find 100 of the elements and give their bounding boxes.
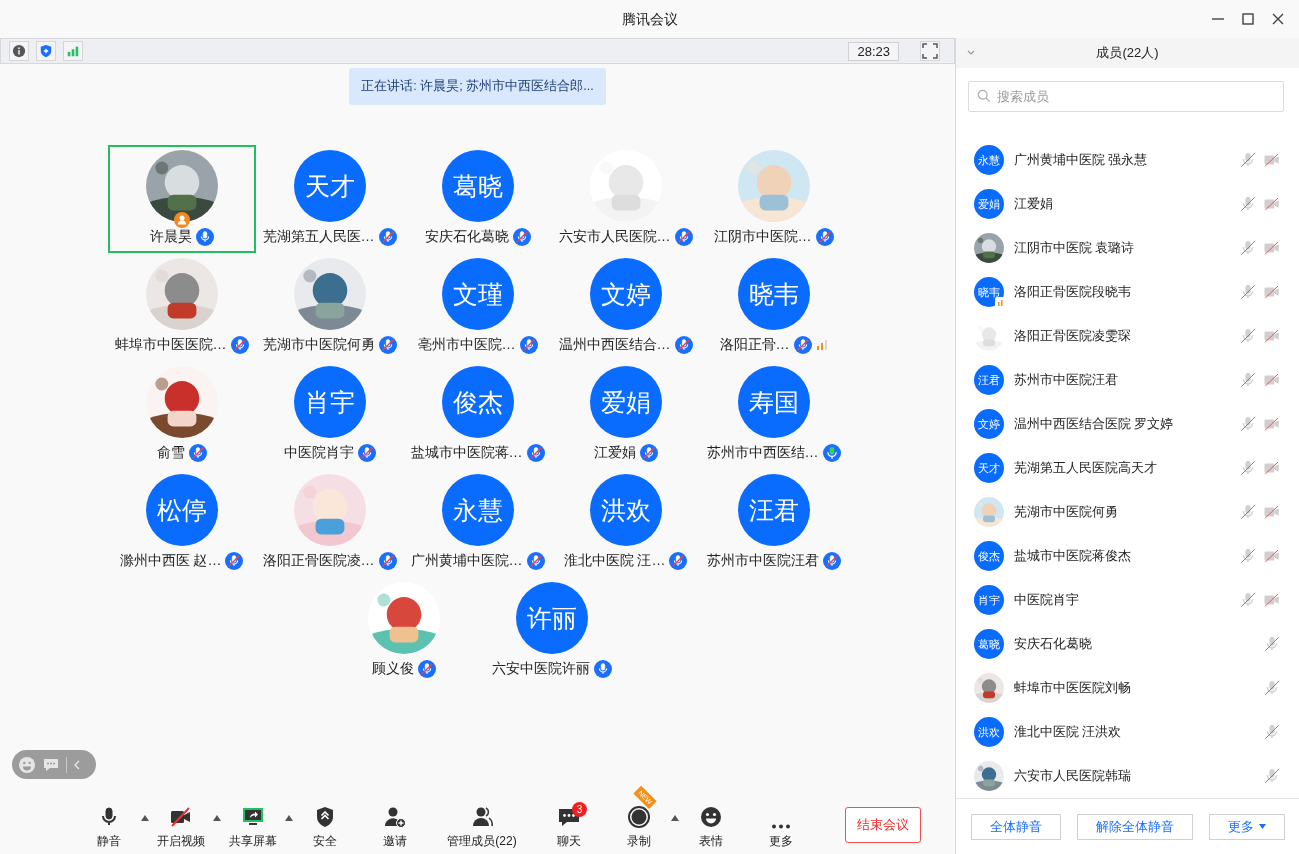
- participant-tile[interactable]: 俊杰 盐城市中医院蒋…: [403, 361, 552, 469]
- participant-tile[interactable]: 汪君 苏州市中医院汪君: [699, 469, 848, 577]
- panel-button[interactable]: 解除全体静音: [1076, 813, 1193, 840]
- maximize-button[interactable]: [1239, 10, 1257, 28]
- member-row[interactable]: 俊杰 盐城市中医院蒋俊杰: [956, 534, 1299, 579]
- mic-muted-icon[interactable]: [1239, 371, 1257, 390]
- mic-muted-icon[interactable]: [1239, 195, 1257, 214]
- participant-tile[interactable]: 天才 芜湖第五人民医…: [255, 145, 404, 253]
- member-name: 芜湖第五人民医院高天才: [1014, 459, 1157, 477]
- mic-muted-icon[interactable]: [1239, 239, 1257, 258]
- info-button[interactable]: [9, 41, 29, 61]
- record-icon: [627, 805, 651, 829]
- video-off-icon: [169, 805, 193, 829]
- toolbar-button[interactable]: 共享屏幕: [224, 800, 282, 850]
- signal-button[interactable]: [63, 41, 83, 61]
- search-field[interactable]: 搜索成员: [968, 81, 1284, 113]
- toolbar-button[interactable]: 开启视频: [152, 800, 210, 850]
- member-name: 广州黄埔中医院 强永慧: [1014, 151, 1148, 169]
- mic-muted-icon[interactable]: [1263, 635, 1281, 654]
- member-row[interactable]: 江阴市中医院 袁璐诗: [956, 226, 1299, 271]
- member-row[interactable]: 洪欢 淮北中医院 汪洪欢: [956, 710, 1299, 755]
- member-row[interactable]: 汪君 苏州市中医院汪君: [956, 358, 1299, 403]
- mic-muted-icon[interactable]: [1239, 283, 1257, 302]
- close-icon: [1270, 11, 1286, 27]
- collapse-button[interactable]: [73, 759, 81, 770]
- avatar: 汪君: [737, 474, 810, 546]
- member-row[interactable]: 芜湖市中医院何勇: [956, 490, 1299, 535]
- mic-muted-icon[interactable]: [1239, 327, 1257, 346]
- member-name: 温州中西医结合医院 罗文婷: [1014, 415, 1174, 433]
- toolbar-button[interactable]: 更多: [752, 800, 810, 850]
- participant-tile[interactable]: 洪欢 淮北中医院 汪…: [551, 469, 700, 577]
- member-name: 芜湖市中医院何勇: [1014, 503, 1118, 521]
- participant-tile[interactable]: 许晨昊: [107, 145, 256, 253]
- mic-muted-icon[interactable]: [1239, 415, 1257, 434]
- member-row[interactable]: 文婷 温州中西医结合医院 罗文婷: [956, 402, 1299, 447]
- participant-tile[interactable]: 俞雪: [107, 361, 256, 469]
- window-title: 腾讯会议: [621, 11, 678, 29]
- member-row[interactable]: 天才 芜湖第五人民医院高天才: [956, 446, 1299, 491]
- member-row[interactable]: 肖宇 中医院肖宇: [956, 578, 1299, 623]
- participant-name: 苏州市中西医结…: [706, 444, 819, 462]
- participant-tile[interactable]: 洛阳正骨医院凌…: [255, 469, 404, 577]
- panel-button[interactable]: 全体静音: [970, 813, 1061, 840]
- toolbar-button[interactable]: 管理成员(22): [436, 800, 528, 850]
- participant-tile[interactable]: 顾义俊: [329, 577, 478, 685]
- member-row[interactable]: 蚌埠市中医医院刘畅: [956, 666, 1299, 711]
- participant-tile[interactable]: 晓韦 洛阳正骨…: [699, 253, 848, 361]
- participant-tile[interactable]: 江阴市中医院…: [699, 145, 848, 253]
- participant-tile[interactable]: 六安市人民医院…: [551, 145, 700, 253]
- security-shield-button[interactable]: [36, 41, 56, 61]
- member-row[interactable]: 永慧 广州黄埔中医院 强永慧: [956, 138, 1299, 183]
- participant-tile[interactable]: 芜湖市中医院何勇: [255, 253, 404, 361]
- avatar: 天才: [293, 150, 366, 222]
- participant-tile[interactable]: 蚌埠市中医医院…: [107, 253, 256, 361]
- participant-name: 滁州中西医 赵…: [119, 552, 222, 570]
- avatar: 葛晓: [441, 150, 514, 222]
- mic-muted-icon[interactable]: [1239, 151, 1257, 170]
- end-meeting-button[interactable]: 结束会议: [845, 807, 921, 843]
- mic-muted-icon[interactable]: [1263, 767, 1281, 786]
- participant-tile[interactable]: 寿国 苏州市中西医结…: [699, 361, 848, 469]
- mic-muted-icon[interactable]: [1239, 591, 1257, 610]
- participant-tile[interactable]: 爱娟 江爱娟: [551, 361, 700, 469]
- avatar: 葛晓: [974, 629, 1004, 660]
- mic-muted-icon[interactable]: [1239, 503, 1257, 522]
- avatar: 松停: [145, 474, 218, 546]
- participant-name: 洛阳正骨医院凌…: [262, 552, 375, 570]
- avatar: 洪欢: [974, 717, 1004, 748]
- participant-tile[interactable]: 松停 滁州中西医 赵…: [107, 469, 256, 577]
- member-row[interactable]: 爱娟 江爱娟: [956, 182, 1299, 227]
- participant-tile[interactable]: 文婷 温州中西医结合…: [551, 253, 700, 361]
- caret-icon: [213, 815, 221, 821]
- toolbar-button[interactable]: 静音: [80, 800, 138, 850]
- mic-muted-icon[interactable]: [1263, 679, 1281, 698]
- emoji-button[interactable]: [18, 755, 36, 774]
- participant-tile[interactable]: 许丽 六安中医院许丽: [477, 577, 626, 685]
- participant-name: 洛阳正骨…: [719, 336, 790, 354]
- member-name: 洛阳正骨医院凌雯琛: [1014, 327, 1131, 345]
- fullscreen-icon: [922, 43, 938, 59]
- participant-name: 顾义俊: [371, 660, 414, 678]
- fullscreen-button[interactable]: [920, 41, 940, 61]
- smiley-icon: [18, 755, 36, 774]
- toolbar-button[interactable]: 邀请: [366, 800, 424, 850]
- toolbar-button[interactable]: 聊天 3: [540, 800, 598, 850]
- participant-name: 芜湖第五人民医…: [262, 228, 375, 246]
- participant-tile[interactable]: 肖宇 中医院肖宇: [255, 361, 404, 469]
- member-row[interactable]: 葛晓 安庆石化葛晓: [956, 622, 1299, 667]
- participant-tile[interactable]: 永慧 广州黄埔中医院…: [403, 469, 552, 577]
- participant-tile[interactable]: 文瑾 亳州市中医院…: [403, 253, 552, 361]
- participant-tile[interactable]: 葛晓 安庆石化葛晓: [403, 145, 552, 253]
- member-name: 蚌埠市中医医院刘畅: [1014, 679, 1131, 697]
- toolbar-button[interactable]: 安全: [296, 800, 354, 850]
- member-row[interactable]: 六安市人民医院韩瑞: [956, 754, 1299, 799]
- member-name: 盐城市中医院蒋俊杰: [1014, 547, 1131, 565]
- mic-muted-icon[interactable]: [1239, 547, 1257, 566]
- avatar: 文婷: [974, 409, 1004, 440]
- mic-muted-icon[interactable]: [1263, 723, 1281, 742]
- member-row[interactable]: 洛阳正骨医院凌雯琛: [956, 314, 1299, 359]
- panel-button[interactable]: 更多: [1208, 813, 1285, 840]
- toolbar-button[interactable]: 表情: [682, 800, 740, 850]
- mic-muted-icon[interactable]: [1239, 459, 1257, 478]
- people-icon: [470, 805, 494, 829]
